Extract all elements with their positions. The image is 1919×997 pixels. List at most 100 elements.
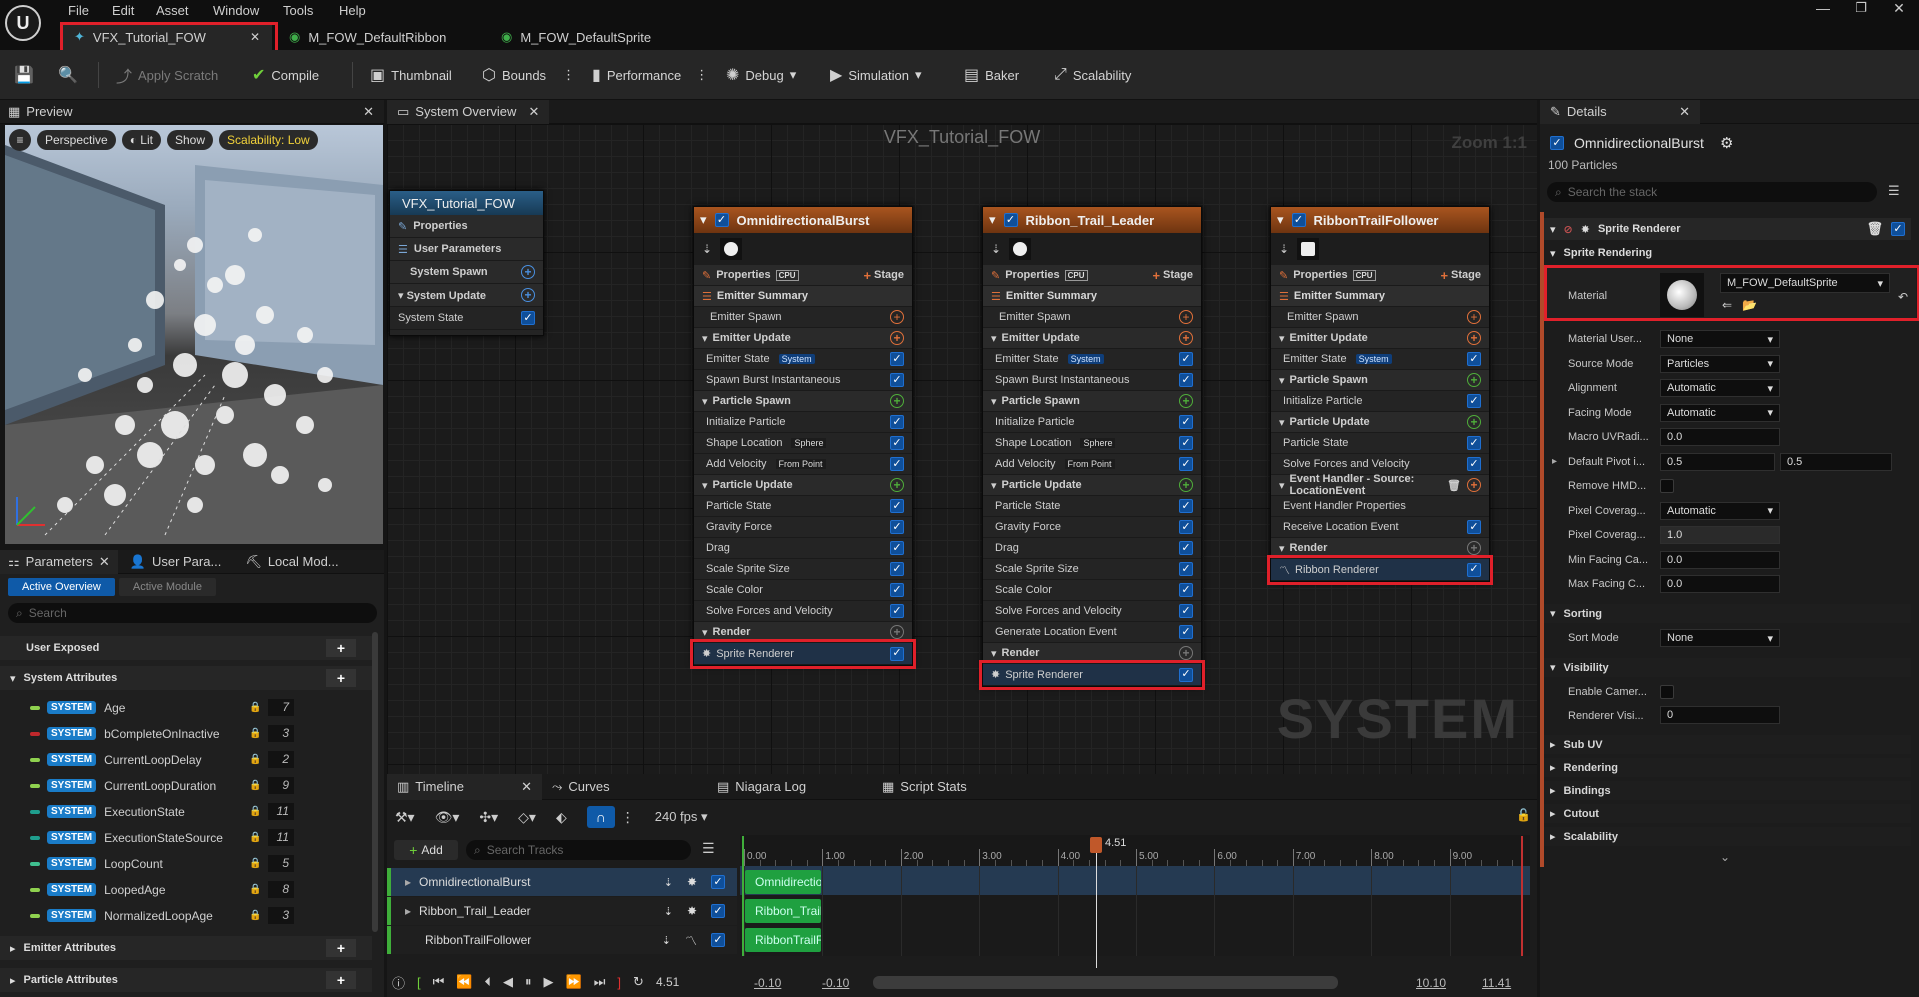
solo-icon[interactable]: ⇣: [664, 905, 673, 918]
module-row[interactable]: Particle State ✓: [983, 496, 1201, 517]
add-module-icon[interactable]: +: [1467, 373, 1481, 387]
expand-arrow-icon[interactable]: ▾: [702, 626, 708, 639]
trash-icon[interactable]: 🗑: [1866, 221, 1883, 237]
enable-checkbox[interactable]: ✓: [1179, 667, 1193, 682]
enable-checkbox[interactable]: ✓: [1179, 604, 1193, 618]
module-row[interactable]: Solve Forces and Velocity ✓: [1271, 454, 1489, 475]
emitter-properties-row[interactable]: ✎ Properties CPU + Stage: [1271, 265, 1489, 286]
simulation-button[interactable]: ▶ Simulation ▾: [830, 50, 922, 100]
attribute-row[interactable]: SYSTEM ExecutionStateSource 🔒 11: [0, 827, 303, 848]
system-update-row[interactable]: ▾ System Update +: [390, 284, 543, 307]
collapsed-section[interactable]: ▸ Sub UV: [1544, 735, 1911, 754]
enable-checkbox[interactable]: ✓: [1179, 457, 1193, 471]
stage-group-row[interactable]: ▾ Render +: [694, 622, 912, 643]
enable-checkbox[interactable]: ✓: [1179, 499, 1193, 513]
expand-arrow-icon[interactable]: ▾: [1279, 332, 1285, 345]
module-row[interactable]: Receive Location Event ✓: [1271, 517, 1489, 538]
attribute-row[interactable]: SYSTEM Age 🔒 7: [0, 697, 303, 718]
enable-checkbox[interactable]: ✓: [890, 520, 904, 534]
jump-start-icon[interactable]: ⏮: [433, 974, 445, 990]
module-row[interactable]: Particle State ✓: [694, 496, 912, 517]
module-row[interactable]: Event Handler Properties: [1271, 496, 1489, 517]
module-row[interactable]: Solve Forces and Velocity ✓: [983, 601, 1201, 622]
pivot-y-value[interactable]: 0.5: [1780, 452, 1892, 471]
expand-arrow-icon[interactable]: ▾: [702, 479, 708, 492]
enable-checkbox[interactable]: ✓: [1179, 373, 1193, 387]
track-section-bar[interactable]: OmnidirectionalBurst: [745, 870, 821, 894]
expand-arrow-icon[interactable]: ▾: [398, 290, 407, 302]
stage-group-row[interactable]: ▾ Particle Update +: [694, 475, 912, 496]
gear-icon[interactable]: ⚙: [1720, 134, 1733, 152]
emitter-mode-icon[interactable]: ⇣: [702, 242, 712, 256]
enable-checkbox[interactable]: ✓: [890, 373, 904, 387]
expand-arrow-icon[interactable]: ▾: [1279, 416, 1285, 429]
expand-arrow-icon[interactable]: ▾: [10, 672, 16, 685]
playhead-handle[interactable]: [1090, 837, 1102, 853]
timeline-scrollbar[interactable]: [873, 976, 1338, 989]
lock-icon[interactable]: 🔒: [249, 910, 261, 921]
expand-arrow-icon[interactable]: ▸: [1552, 456, 1557, 467]
tab-m-fow-defaultsprite[interactable]: ◉ M_FOW_DefaultSprite: [497, 24, 697, 50]
stage-group-row[interactable]: ▾ Particle Update +: [1271, 412, 1489, 433]
enable-checkbox[interactable]: ✓: [1179, 625, 1193, 639]
module-row[interactable]: Spawn Burst Instantaneous ✓: [983, 370, 1201, 391]
enable-checkbox[interactable]: ✓: [890, 352, 904, 366]
track-row[interactable]: RibbonTrailFollower ⇣ 〽 ✓: [387, 926, 737, 954]
playback-options-icon[interactable]: ✣▾: [479, 809, 498, 826]
expand-arrow-icon[interactable]: ▾: [1550, 661, 1556, 674]
emitter-mode-icon[interactable]: ⇣: [991, 242, 1001, 256]
lock-icon[interactable]: 🔒: [249, 754, 261, 765]
renderer-visibility-value[interactable]: 0: [1660, 706, 1780, 724]
module-row[interactable]: Add Velocity From Point ✓: [983, 454, 1201, 475]
renderer-row[interactable]: ✸ Sprite Renderer ✓: [694, 643, 912, 665]
enable-checkbox[interactable]: ✓: [890, 457, 904, 471]
module-row[interactable]: Initialize Particle ✓: [694, 412, 912, 433]
emitter-node[interactable]: ▾ ✓ OmnidirectionalBurst ⇣ ✎ Properties CPU + St…: [693, 206, 913, 666]
transform-tool-icon[interactable]: ⚒▾: [395, 809, 415, 826]
emitter-node[interactable]: ▾ ✓ Ribbon_Trail_Leader ⇣ ✎ Properties CPU + Sta…: [982, 206, 1202, 687]
property-dropdown[interactable]: Automatic ▾: [1660, 379, 1780, 397]
add-module-icon[interactable]: +: [890, 478, 904, 492]
sprite-rendering-section[interactable]: ▾ Sprite Rendering: [1544, 243, 1654, 263]
property-value[interactable]: 0.0: [1660, 550, 1780, 569]
track-enable-checkbox[interactable]: ✓: [711, 904, 725, 918]
parameters-scrollbar[interactable]: [372, 632, 378, 932]
emitter-thumbnail[interactable]: [1009, 238, 1032, 260]
track-row[interactable]: ▸ Ribbon_Trail_Leader ⇣ ✸ ✓: [387, 897, 737, 925]
enable-checkbox[interactable]: ✓: [1179, 436, 1193, 450]
expand-arrow-icon[interactable]: ▾: [1550, 223, 1556, 236]
enable-checkbox[interactable]: ✓: [890, 541, 904, 555]
play-reverse-icon[interactable]: ◀: [503, 974, 513, 990]
add-stage-button[interactable]: + Stage: [1440, 268, 1481, 283]
view-end-value[interactable]: 10.10: [1416, 976, 1446, 990]
lock-icon[interactable]: 🔒: [249, 884, 261, 895]
expand-arrow-icon[interactable]: ▸: [1550, 761, 1556, 774]
emitter-properties-row[interactable]: ✎ Properties CPU + Stage: [983, 265, 1201, 286]
reset-arrow-icon[interactable]: ↶: [1898, 290, 1908, 304]
close-tab-icon[interactable]: ✕: [99, 554, 110, 570]
add-module-icon[interactable]: +: [1467, 415, 1481, 429]
stage-group-row[interactable]: ▾ Event Handler - Source: LocationEvent 🗑 +: [1271, 473, 1489, 497]
lock-icon[interactable]: 🔒: [249, 858, 261, 869]
add-parameter-icon[interactable]: +: [326, 669, 356, 687]
close-tab-icon[interactable]: ✕: [521, 779, 532, 795]
range-start-value[interactable]: -0.10: [754, 976, 781, 990]
browse-icon[interactable]: 🔍: [58, 50, 78, 100]
module-row[interactable]: Spawn Burst Instantaneous ✓: [694, 370, 912, 391]
add-stage-button[interactable]: + Stage: [1152, 268, 1193, 283]
lock-icon[interactable]: 🔒: [249, 832, 261, 843]
add-module-icon[interactable]: +: [1467, 478, 1481, 492]
keyframe-icon[interactable]: ◇▾: [518, 809, 536, 826]
add-module-icon[interactable]: +: [1467, 541, 1481, 555]
material-thumbnail[interactable]: [1660, 273, 1704, 317]
emitter-node[interactable]: ▾ ✓ RibbonTrailFollower ⇣ ✎ Properties CPU + Sta…: [1270, 206, 1490, 582]
visibility-section[interactable]: ▾ Visibility: [1544, 658, 1911, 677]
expand-arrow-icon[interactable]: ▾: [1279, 374, 1285, 387]
attribute-row[interactable]: SYSTEM CurrentLoopDuration 🔒 9: [0, 775, 303, 796]
track-section-bar[interactable]: RibbonTrailFollower: [745, 928, 821, 952]
lock-icon[interactable]: 🔒: [249, 728, 261, 739]
stage-group-row[interactable]: ▾ Emitter Update +: [983, 328, 1201, 349]
enable-checkbox[interactable]: ✓: [890, 415, 904, 429]
stage-group-row[interactable]: ▾ Emitter Update +: [694, 328, 912, 349]
perspective-button[interactable]: Perspective: [37, 130, 116, 150]
